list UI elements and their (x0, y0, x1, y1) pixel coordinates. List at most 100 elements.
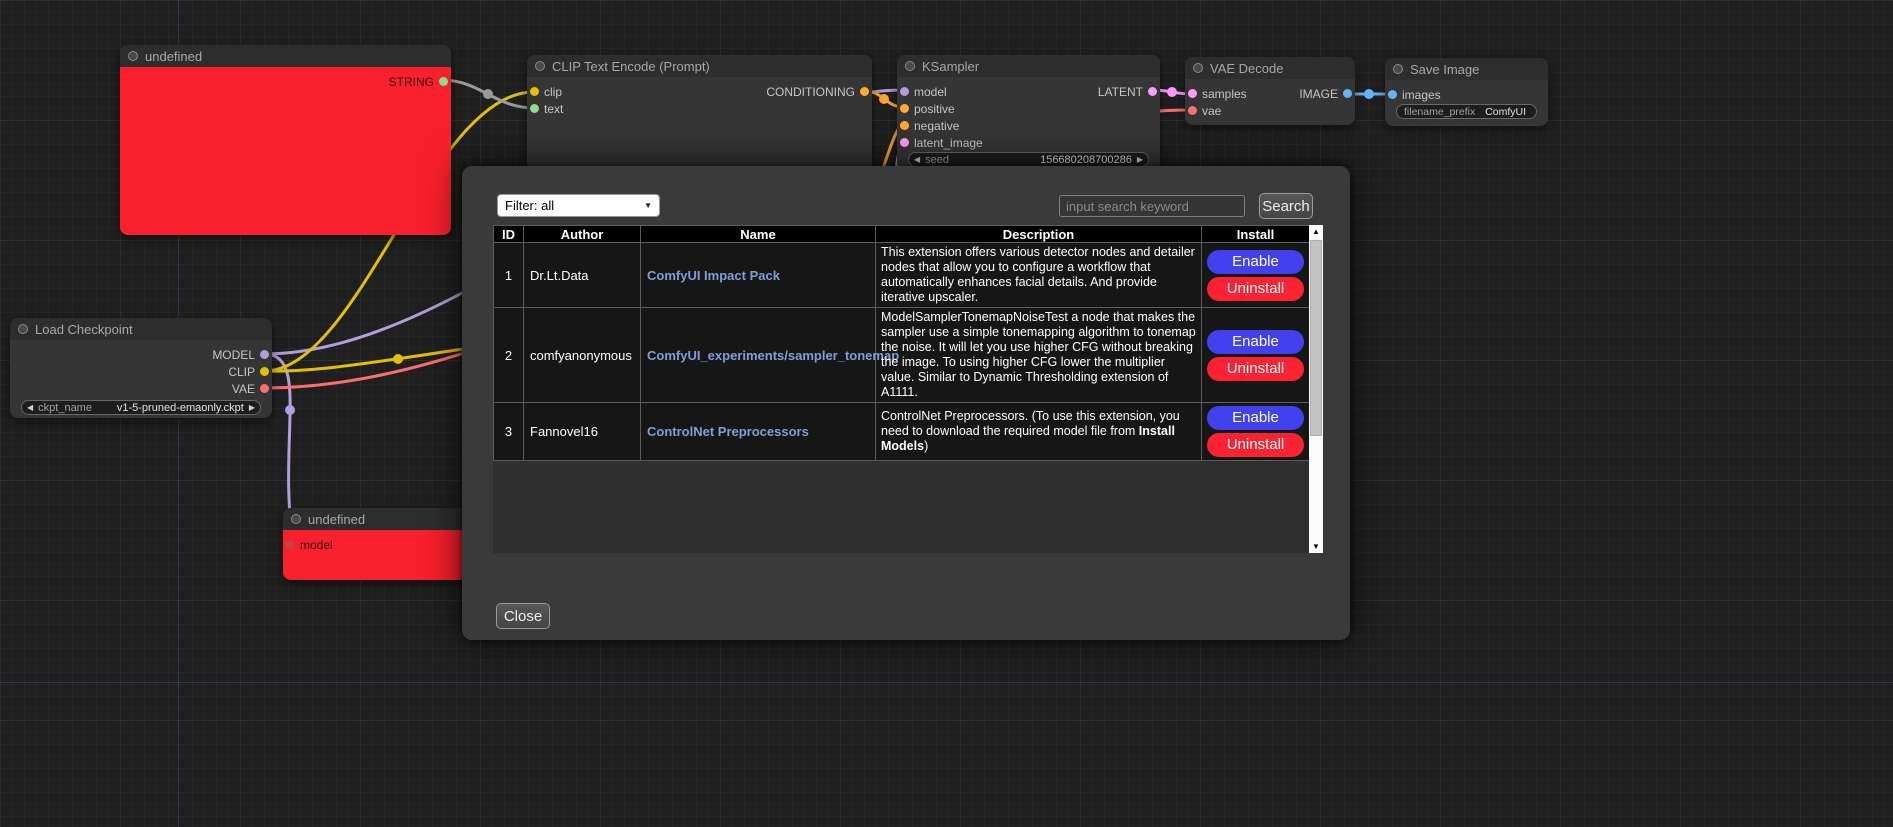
node-clip-text-encode[interactable]: CLIP Text Encode (Prompt) clip CONDITION… (527, 55, 872, 175)
input-slot-clip[interactable] (530, 87, 539, 96)
input-slot-label: images (1402, 88, 1441, 102)
extension-id: 3 (494, 403, 524, 461)
install-cell: Enable Uninstall (1202, 243, 1310, 308)
enable-button[interactable]: Enable (1207, 250, 1304, 274)
input-slot-model[interactable] (900, 87, 909, 96)
input-slot-positive[interactable] (900, 104, 909, 113)
close-button[interactable]: Close (496, 603, 550, 629)
node-title-label: Load Checkpoint (35, 322, 133, 337)
filter-select[interactable]: Filter: all ▼ (497, 194, 660, 217)
node-title-label: KSampler (922, 59, 979, 74)
table-row: 1 Dr.Lt.Data ComfyUI Impact Pack This ex… (494, 243, 1310, 308)
widget-value[interactable]: v1-5-pruned-emaonly.ckpt (117, 402, 244, 414)
uninstall-button[interactable]: Uninstall (1207, 277, 1304, 301)
node-title-bar[interactable]: undefined (120, 45, 451, 67)
uninstall-button[interactable]: Uninstall (1207, 357, 1304, 381)
extension-id: 1 (494, 243, 524, 308)
column-header-author: Author (524, 226, 641, 243)
node-title-bar[interactable]: KSampler (897, 55, 1160, 77)
input-slot-vae[interactable] (1188, 106, 1197, 115)
input-slot-label: model (300, 538, 333, 552)
collapse-icon[interactable] (905, 61, 915, 71)
collapse-icon[interactable] (18, 324, 28, 334)
input-slot-text[interactable] (530, 104, 539, 113)
node-title-bar[interactable]: Save Image (1385, 58, 1548, 80)
collapse-icon[interactable] (291, 514, 301, 524)
prev-icon[interactable]: ◀ (27, 400, 33, 415)
enable-button[interactable]: Enable (1207, 330, 1304, 354)
node-load-checkpoint[interactable]: Load Checkpoint MODEL CLIP VAE ◀ ckpt_na… (10, 318, 272, 418)
output-slot-label: LATENT (1098, 85, 1143, 99)
node-title-bar[interactable]: VAE Decode (1185, 57, 1355, 79)
input-slot-negative[interactable] (900, 121, 909, 130)
uninstall-button[interactable]: Uninstall (1207, 433, 1304, 457)
collapse-icon[interactable] (1193, 63, 1203, 73)
node-save-image[interactable]: Save Image images filename_prefix ComfyU… (1385, 58, 1548, 126)
output-slot-vae[interactable] (260, 384, 269, 393)
node-undefined-top[interactable]: undefined STRING (120, 45, 451, 235)
scrollbar-thumb[interactable] (1310, 240, 1322, 436)
extension-table-container: ID Author Name Description Install 1 Dr.… (493, 225, 1323, 553)
table-scrollbar[interactable]: ▲ ▼ (1309, 225, 1323, 553)
output-slot-label: MODEL (212, 348, 255, 362)
node-vae-decode[interactable]: VAE Decode samples IMAGE vae (1185, 57, 1355, 125)
search-button[interactable]: Search (1259, 193, 1313, 219)
input-slot-label: clip (544, 85, 562, 99)
node-ksampler[interactable]: KSampler model LATENT positive negative (897, 55, 1160, 170)
output-slot-string[interactable] (439, 77, 448, 86)
enable-button[interactable]: Enable (1207, 406, 1304, 430)
search-input[interactable] (1059, 195, 1245, 217)
input-slot-model[interactable] (286, 540, 295, 549)
scroll-up-icon[interactable]: ▲ (1309, 225, 1323, 238)
next-icon[interactable]: ▶ (249, 400, 255, 415)
install-cell: Enable Uninstall (1202, 403, 1310, 461)
column-header-name: Name (641, 226, 876, 243)
column-header-id: ID (494, 226, 524, 243)
output-slot-image[interactable] (1343, 89, 1352, 98)
extension-table: ID Author Name Description Install 1 Dr.… (493, 225, 1310, 461)
widget-value[interactable]: 156680208700286 (1040, 154, 1132, 166)
output-slot-conditioning[interactable] (860, 87, 869, 96)
extension-description: This extension offers various detector n… (876, 243, 1202, 308)
input-slot-images[interactable] (1388, 90, 1397, 99)
column-header-install: Install (1202, 226, 1310, 243)
widget-value[interactable]: ComfyUI (1485, 106, 1526, 118)
ckpt-name-widget[interactable]: ◀ ckpt_name v1-5-pruned-emaonly.ckpt ▶ (21, 400, 261, 415)
extension-name-link[interactable]: ControlNet Preprocessors (647, 424, 809, 439)
canvas-axis-horizontal (0, 682, 1893, 683)
extension-author: comfyanonymous (524, 308, 641, 403)
scroll-down-icon[interactable]: ▼ (1309, 540, 1323, 553)
column-header-description: Description (876, 226, 1202, 243)
chevron-down-icon: ▼ (644, 201, 652, 210)
node-graph-canvas[interactable]: undefined STRING CLIP Text Encode (Promp… (0, 0, 1893, 827)
table-row: 2 comfyanonymous ComfyUI_experiments/sam… (494, 308, 1310, 403)
extension-name-link[interactable]: ComfyUI Impact Pack (647, 268, 780, 283)
extension-description: ControlNet Preprocessors. (To use this e… (876, 403, 1202, 461)
node-title-bar[interactable]: CLIP Text Encode (Prompt) (527, 55, 872, 77)
filename-prefix-widget[interactable]: filename_prefix ComfyUI (1396, 104, 1537, 119)
increment-icon[interactable]: ▶ (1137, 152, 1143, 167)
input-slot-samples[interactable] (1188, 89, 1197, 98)
output-slot-latent[interactable] (1148, 87, 1157, 96)
widget-label: seed (925, 154, 949, 166)
seed-widget[interactable]: ◀ seed 156680208700286 ▶ (908, 152, 1149, 167)
output-slot-model[interactable] (260, 350, 269, 359)
extension-name-link[interactable]: ComfyUI_experiments/sampler_tonemap (647, 348, 899, 363)
node-error-body: STRING (120, 67, 451, 235)
node-title-label: Save Image (1410, 62, 1479, 77)
install-cell: Enable Uninstall (1202, 308, 1310, 403)
collapse-icon[interactable] (1393, 64, 1403, 74)
node-title-label: VAE Decode (1210, 61, 1283, 76)
node-title-bar[interactable]: Load Checkpoint (10, 318, 272, 340)
decrement-icon[interactable]: ◀ (914, 152, 920, 167)
input-slot-latent-image[interactable] (900, 138, 909, 147)
output-slot-label: CONDITIONING (766, 85, 855, 99)
collapse-icon[interactable] (535, 61, 545, 71)
extension-manager-dialog: Filter: all ▼ Search ID Author Name Desc… (462, 166, 1350, 640)
input-slot-label: model (914, 85, 947, 99)
output-slot-label: STRING (389, 75, 434, 89)
output-slot-label: IMAGE (1299, 87, 1338, 101)
node-title-label: CLIP Text Encode (Prompt) (552, 59, 710, 74)
output-slot-clip[interactable] (260, 367, 269, 376)
collapse-icon[interactable] (128, 51, 138, 61)
